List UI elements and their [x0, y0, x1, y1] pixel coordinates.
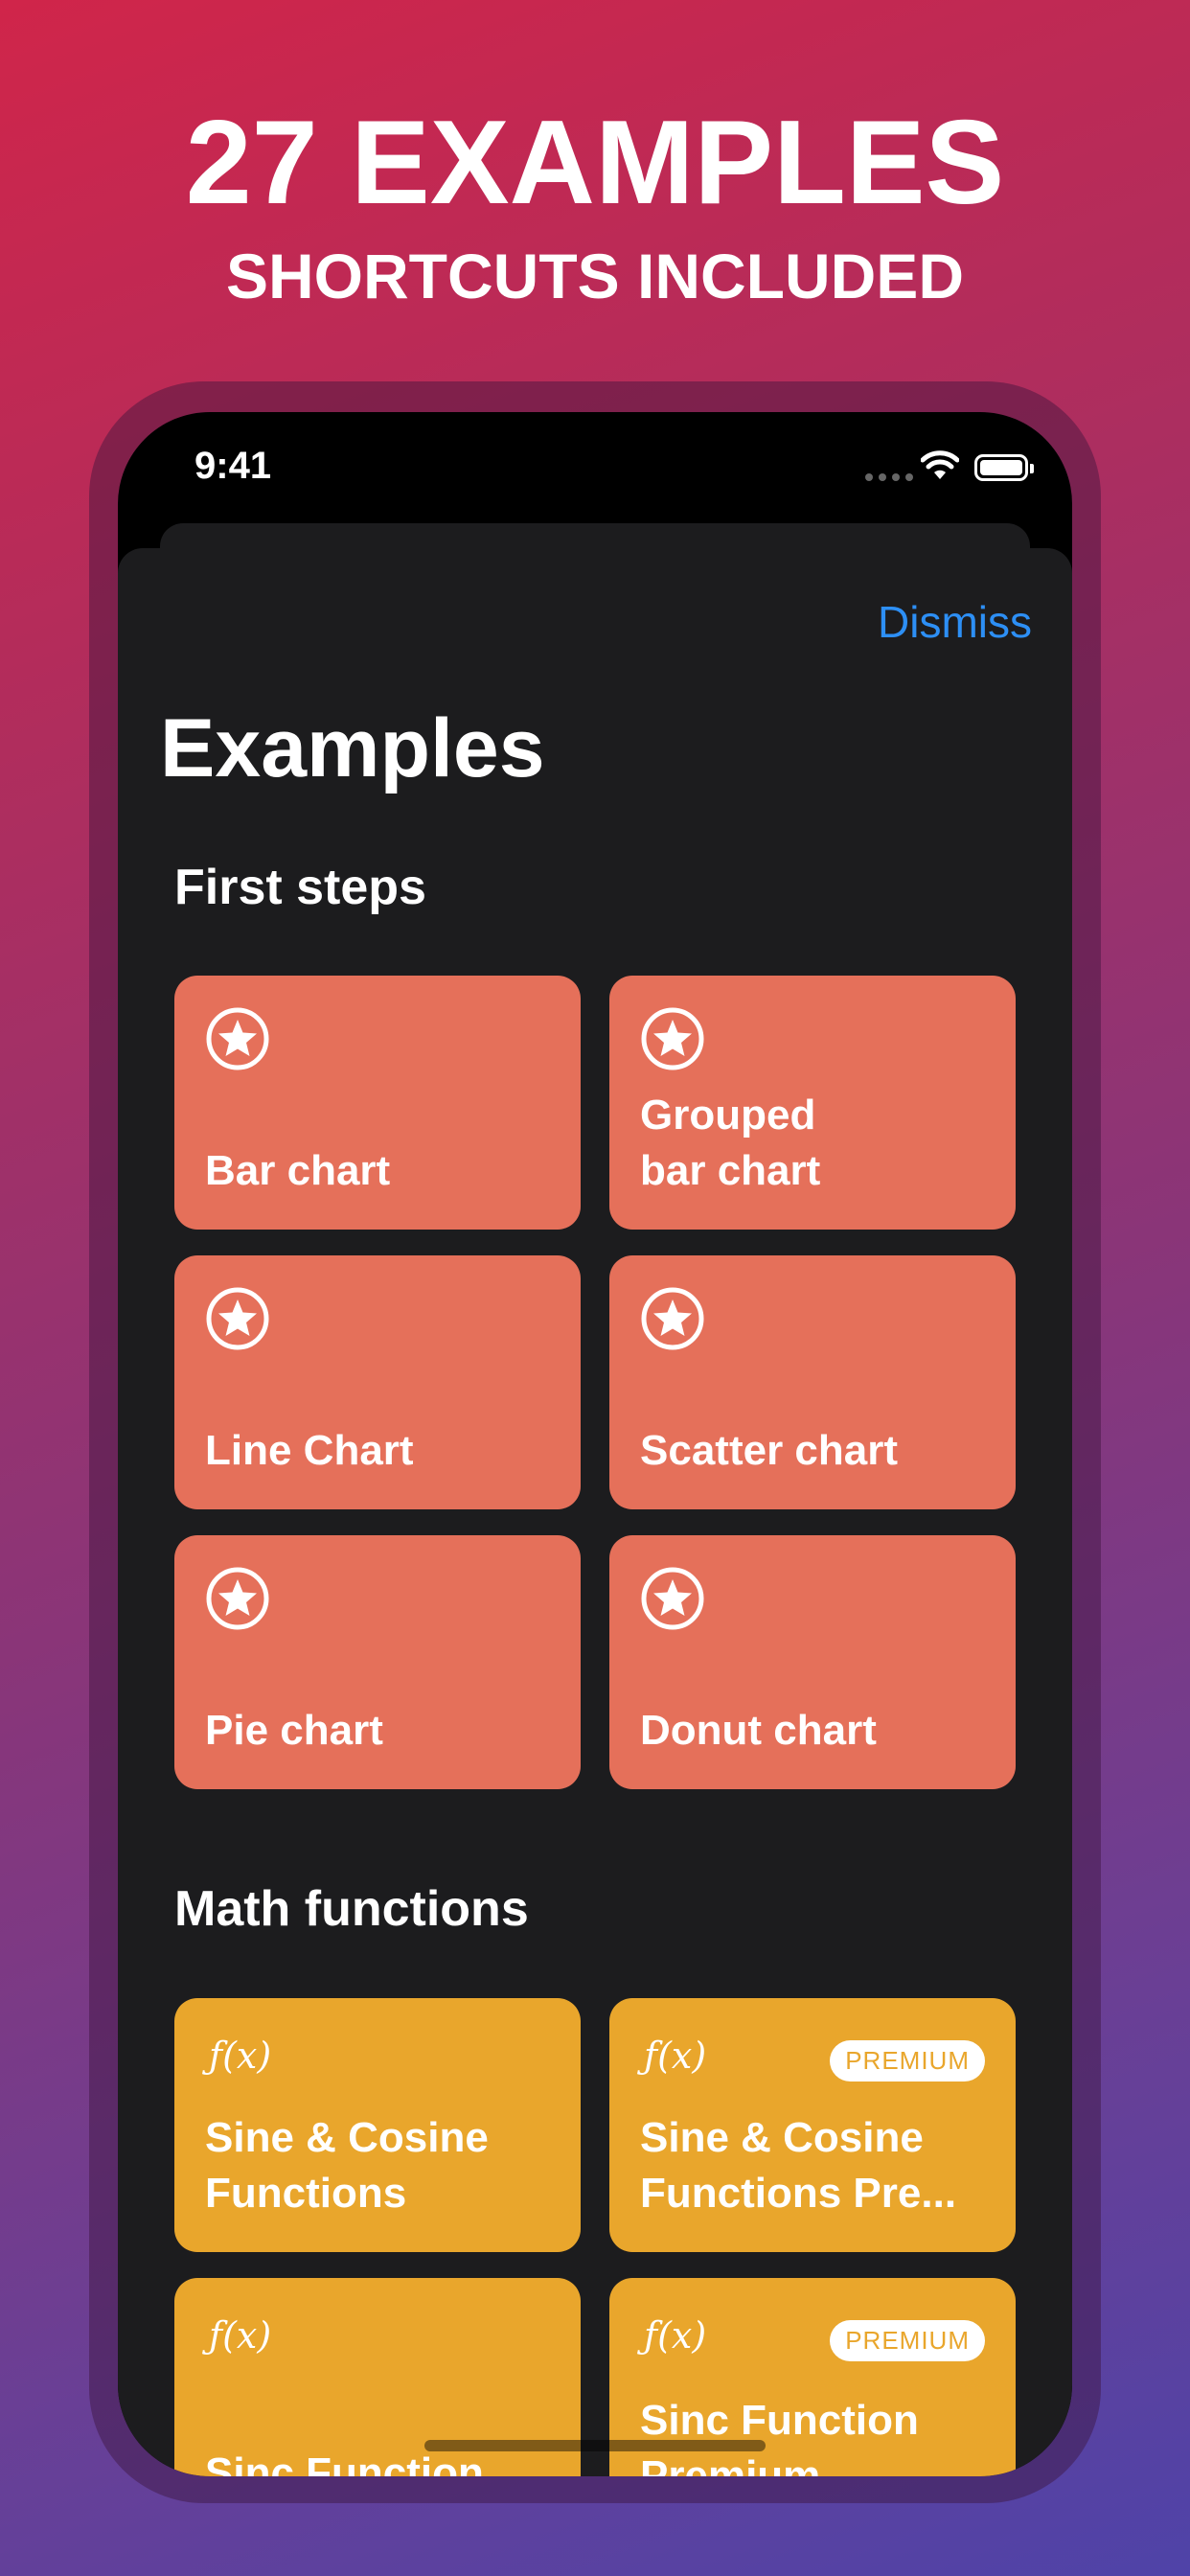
status-bar: 9:41: [118, 412, 1072, 527]
card-label: Grouped bar chart: [640, 1092, 821, 1194]
status-time: 9:41: [195, 445, 272, 487]
function-icon: ƒ(x): [644, 2035, 707, 2077]
card-label: Sine & Cosine Functions: [205, 2114, 489, 2217]
star-circle-icon: [206, 1567, 269, 1630]
example-card-scatter-chart[interactable]: Scatter chart: [609, 1255, 1016, 1509]
example-card-bar-chart[interactable]: Bar chart: [174, 976, 581, 1230]
home-indicator[interactable]: [424, 2440, 766, 2451]
example-card-pie-chart[interactable]: Pie chart: [174, 1535, 581, 1789]
dismiss-button[interactable]: Dismiss: [878, 596, 1032, 648]
example-card-grouped-bar-chart[interactable]: Grouped bar chart: [609, 976, 1016, 1230]
example-card-sine-cosine-premium[interactable]: ƒ(x) PREMIUM Sine & Cosine Functions Pre…: [609, 1998, 1016, 2252]
function-icon: ƒ(x): [209, 2035, 272, 2077]
star-circle-icon: [641, 1287, 704, 1350]
premium-badge: PREMIUM: [830, 2040, 985, 2082]
phone-screen: 9:41 Dismiss Examples First steps Bar ch…: [118, 412, 1072, 2476]
cellular-signal-icon: [865, 473, 913, 481]
card-label: Scatter chart: [640, 1427, 899, 1474]
wifi-icon: [921, 450, 959, 479]
function-icon: ƒ(x): [209, 2314, 272, 2357]
premium-badge: PREMIUM: [830, 2320, 985, 2361]
examples-sheet: Dismiss Examples First steps Bar chart G…: [118, 548, 1072, 2476]
card-label: Sine & Cosine Functions Pre...: [640, 2114, 957, 2217]
card-label: Line Chart: [205, 1427, 414, 1474]
card-label: Donut chart: [640, 1707, 877, 1754]
battery-icon: [974, 454, 1034, 481]
star-circle-icon: [206, 1287, 269, 1350]
star-circle-icon: [641, 1567, 704, 1630]
star-circle-icon: [206, 1007, 269, 1070]
star-circle-icon: [641, 1007, 704, 1070]
card-label: Bar chart: [205, 1147, 391, 1194]
card-label: Pie chart: [205, 1707, 383, 1754]
page-title: Examples: [160, 702, 545, 794]
example-card-sine-cosine[interactable]: ƒ(x) Sine & Cosine Functions: [174, 1998, 581, 2252]
promo-subheadline: SHORTCUTS INCLUDED: [226, 241, 964, 311]
section-title-math-functions: Math functions: [174, 1881, 529, 1937]
promo-headline: 27 EXAMPLES: [185, 97, 1005, 229]
function-icon: ƒ(x): [644, 2314, 707, 2357]
example-card-donut-chart[interactable]: Donut chart: [609, 1535, 1016, 1789]
card-label: Sinc Function Premium: [640, 2397, 919, 2476]
example-card-line-chart[interactable]: Line Chart: [174, 1255, 581, 1509]
section-title-first-steps: First steps: [174, 860, 426, 915]
